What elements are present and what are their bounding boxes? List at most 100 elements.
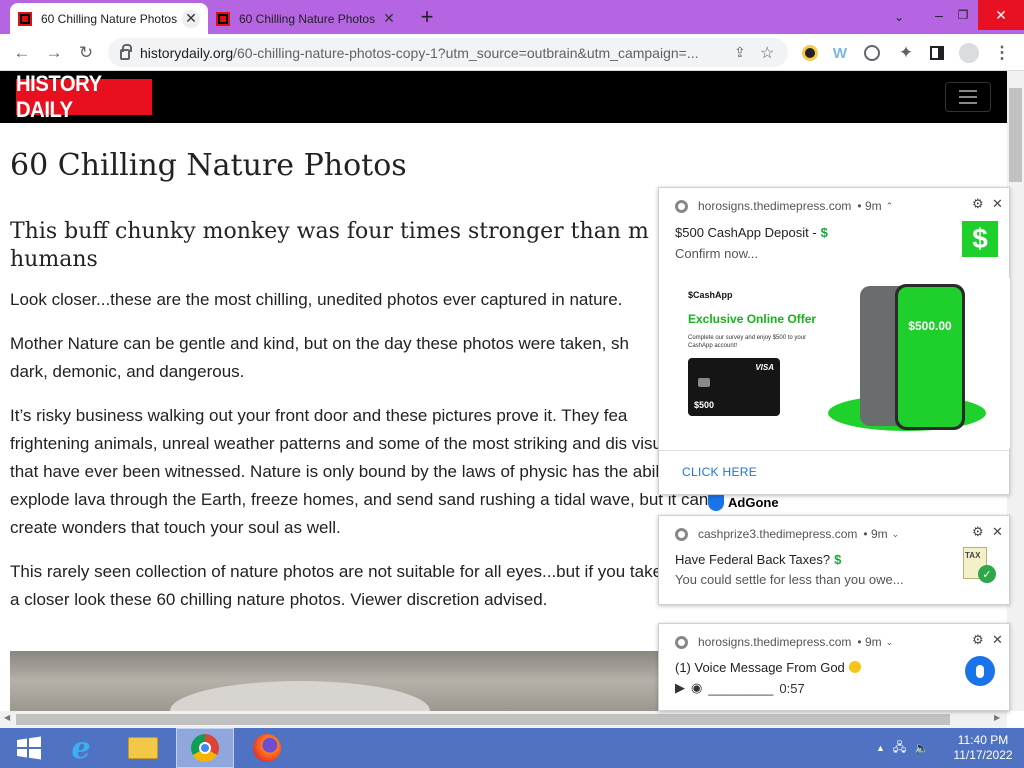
clock-date: 11/17/2022 [953, 748, 1013, 762]
scroll-right-arrow-icon[interactable]: ▶ [994, 713, 1000, 722]
hamburger-menu-icon[interactable] [945, 82, 991, 112]
firefox-icon[interactable] [238, 728, 296, 768]
chrome-icon [675, 635, 688, 649]
lock-icon [120, 44, 132, 60]
chevron-down-icon[interactable]: ⌄ [886, 637, 894, 648]
notification-taxes[interactable]: cashprize3.thedimepress.com • 9m ⌄ ⚙ ✕ H… [658, 515, 1010, 605]
site-favicon-icon [216, 11, 230, 26]
tab-title: 60 Chilling Nature Photos [41, 11, 178, 26]
back-arrow-icon[interactable]: ← [9, 40, 35, 66]
tab-active[interactable]: 60 Chilling Nature Photos ✕ [10, 3, 208, 34]
tab-inactive[interactable]: 60 Chilling Nature Photos ✕ [208, 3, 406, 34]
browser-toolbar: ← → ↻ historydaily.org/60-chilling-natur… [0, 34, 1024, 71]
url-domain: historydaily.org [140, 44, 234, 61]
chrome-icon [675, 199, 688, 213]
address-bar[interactable]: historydaily.org/60-chilling-nature-phot… [108, 38, 788, 67]
window-close-button[interactable]: ✕ [978, 0, 1024, 30]
tax-document-icon: TAX ✓ [963, 547, 997, 583]
emoji-face-icon [848, 661, 861, 673]
tab-close-icon[interactable]: ✕ [182, 9, 200, 28]
visa-card-image: VISA $500 [688, 358, 780, 416]
extension-circle-icon[interactable] [859, 40, 885, 66]
chrome-icon [675, 527, 688, 541]
extension-icon[interactable] [797, 40, 823, 66]
notification-voice-message[interactable]: horosigns.thedimepress.com • 9m ⌄ ⚙ ✕ (1… [658, 623, 1010, 711]
notification-settings-gear-icon[interactable]: ⚙ [972, 632, 984, 648]
phone-amount: $500.00 [898, 287, 962, 427]
tab-title: 60 Chilling Nature Photos [239, 11, 376, 26]
url-path: /60-chilling-nature-photos-copy-1?utm_so… [233, 44, 699, 61]
taskbar: e ▲ 🖧 🔈 11:40 PM 11/17/2022 [0, 728, 1024, 768]
notification-settings-gear-icon[interactable]: ⚙ [972, 524, 984, 540]
ad-fine-print: Complete our survey and enjoy $500 to yo… [688, 335, 807, 349]
clock-time: 11:40 PM [957, 733, 1009, 747]
notification-settings-gear-icon[interactable]: ⚙ [972, 196, 984, 212]
chevron-up-icon[interactable]: ⌃ [886, 201, 894, 212]
paragraph: It’s risky business walking out your fro… [10, 406, 709, 537]
cashapp-ad-image[interactable]: $CashApp Exclusive Online Offer Complete… [660, 278, 1010, 448]
internet-explorer-icon[interactable]: e [52, 728, 110, 768]
forward-arrow-icon[interactable]: → [41, 40, 67, 66]
extensions-puzzle-icon[interactable]: ✦ [893, 40, 919, 66]
page-title: 60 Chilling Nature Photos [10, 148, 407, 183]
notification-age: • 9m [863, 527, 888, 541]
bookmark-star-icon[interactable]: ☆ [760, 43, 788, 63]
volume-icon[interactable]: 🔈 [914, 741, 929, 755]
extension-w-icon[interactable]: W [827, 40, 853, 66]
record-dot-icon: ◉ [691, 680, 703, 695]
file-explorer-icon[interactable] [114, 728, 172, 768]
card-amount: $500 [694, 400, 715, 410]
click-here-button[interactable]: CLICK HERE [682, 465, 757, 479]
notification-header: horosigns.thedimepress.com • 9m ⌃ [675, 199, 893, 213]
check-icon: ✓ [978, 565, 996, 583]
audio-progress-line: _________ [708, 680, 774, 696]
notification-header: horosigns.thedimepress.com • 9m ⌄ [675, 635, 893, 649]
microphone-icon [965, 656, 995, 686]
adgone-badge[interactable]: AdGone [708, 493, 788, 511]
menu-kebab-icon[interactable]: ⋮ [989, 40, 1015, 66]
notification-cashapp[interactable]: horosigns.thedimepress.com • 9m ⌃ ⚙ ✕ $5… [658, 187, 1010, 495]
side-panel-icon[interactable] [924, 40, 950, 66]
notification-title-text: $500 CashApp Deposit - [675, 225, 817, 240]
scroll-left-arrow-icon[interactable]: ◀ [4, 713, 10, 722]
history-daily-logo[interactable]: HISTORY DAILY [16, 71, 153, 122]
notification-body: Confirm now... [675, 246, 759, 261]
notification-close-icon[interactable]: ✕ [992, 524, 1003, 540]
horizontal-scroll-thumb[interactable] [16, 714, 950, 725]
paragraph: Mother Nature can be gentle and kind, bu… [10, 334, 630, 381]
reload-icon[interactable]: ↻ [73, 40, 99, 66]
article-subtitle: This buff chunky monkey was four times s… [10, 219, 649, 272]
card-chip-icon [698, 378, 710, 387]
notification-close-icon[interactable]: ✕ [992, 196, 1003, 212]
chrome-taskbar-icon[interactable] [176, 728, 234, 768]
tab-search-chevron-icon[interactable]: ⌄ [888, 6, 910, 28]
shield-icon [708, 493, 724, 511]
notification-header: cashprize3.thedimepress.com • 9m ⌄ [675, 527, 899, 541]
taskbar-clock[interactable]: 11:40 PM 11/17/2022 [950, 733, 1016, 763]
divider [659, 450, 1009, 451]
new-tab-button[interactable]: + [414, 3, 440, 31]
notification-title-text: Have Federal Back Taxes? [675, 552, 831, 567]
system-tray: ▲ 🖧 🔈 [876, 728, 929, 768]
notification-close-icon[interactable]: ✕ [992, 632, 1003, 648]
profile-avatar-icon[interactable] [956, 40, 982, 66]
vertical-scroll-thumb[interactable] [1009, 88, 1022, 182]
chevron-down-icon[interactable]: ⌄ [892, 529, 900, 540]
dollar-icon: $ [820, 225, 828, 240]
notification-title: $500 CashApp Deposit - $ [675, 225, 828, 240]
tray-up-arrow-icon[interactable]: ▲ [876, 743, 885, 753]
share-icon[interactable]: ⇪ [734, 44, 760, 61]
notification-body: You could settle for less than you owe..… [675, 572, 904, 587]
network-icon[interactable]: 🖧 [893, 738, 906, 759]
windows-start-icon[interactable] [0, 728, 58, 768]
tab-strip: 60 Chilling Nature Photos ✕ 60 Chilling … [0, 0, 1024, 34]
phone-image: $500.00 [895, 284, 965, 430]
tab-close-icon[interactable]: ✕ [380, 10, 398, 28]
play-icon[interactable]: ▶ [675, 680, 685, 696]
notification-age: • 9m [857, 635, 882, 649]
site-header: HISTORY DAILY [0, 71, 1007, 123]
notification-source: horosigns.thedimepress.com [698, 635, 852, 649]
url-text: historydaily.org/60-chilling-nature-phot… [140, 45, 734, 61]
dollar-icon: $ [834, 552, 842, 567]
cashapp-dollar-icon: $ [962, 221, 998, 257]
